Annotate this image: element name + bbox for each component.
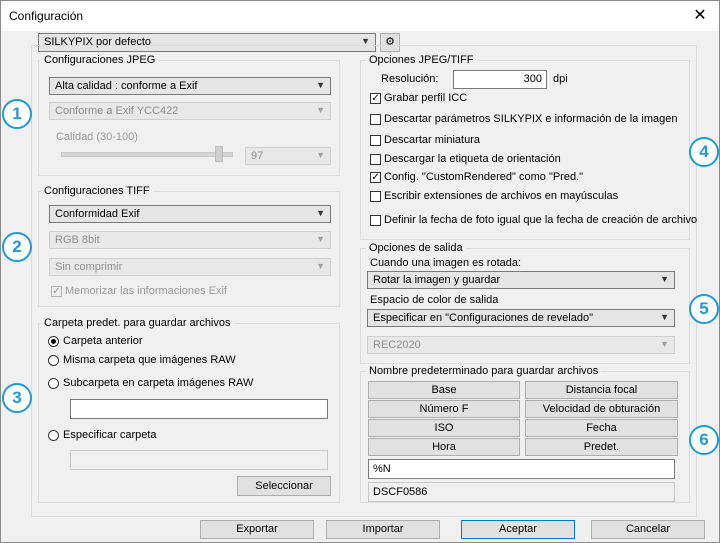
- jpeg-quality-slider-thumb: [215, 146, 223, 162]
- chevron-down-icon: ▼: [316, 208, 325, 218]
- jpeg-quality-combo[interactable]: Alta calidad : conforme a Exif ▼: [49, 77, 331, 95]
- check-orientation-tag-label: Descargar la etiqueta de orientación: [384, 153, 561, 165]
- check-photo-date-label: Definir la fecha de foto igual que la fe…: [384, 214, 698, 226]
- colorspace-label: Espacio de color de salida: [370, 294, 499, 306]
- jpeg-tiff-options-title: Opciones JPEG/TIFF: [366, 54, 477, 66]
- jpeg-quality-value-combo: 97 ▼: [245, 147, 331, 165]
- radio-subfolder[interactable]: [48, 378, 59, 389]
- check-custom-rendered[interactable]: ✓: [370, 172, 381, 183]
- callout-badge-4: 4: [689, 137, 719, 167]
- jpeg-quality-slider: [61, 152, 233, 157]
- chevron-down-icon: ▼: [316, 150, 325, 160]
- resolution-unit: dpi: [553, 73, 568, 85]
- callout-badge-6: 6: [689, 425, 719, 455]
- specify-folder-input: [70, 450, 328, 470]
- memorize-exif-checkbox: ✓: [51, 286, 62, 297]
- colorspace-disabled-value: REC2020: [373, 339, 421, 351]
- folder-group-title: Carpeta predet. para guardar archivos: [41, 317, 234, 329]
- chevron-down-icon: ▼: [660, 312, 669, 322]
- callout-badge-1: 1: [2, 99, 32, 129]
- resolution-input[interactable]: 300: [453, 70, 547, 89]
- radio-same-folder-label: Misma carpeta que imágenes RAW: [63, 354, 236, 366]
- cancel-button[interactable]: Cancelar: [591, 520, 705, 539]
- jpeg-group-title: Configuraciones JPEG: [41, 54, 159, 66]
- filename-pattern-input[interactable]: %N: [368, 459, 675, 479]
- check-discard-params-label: Descartar parámetros SILKYPIX e informac…: [384, 113, 678, 125]
- radio-specify-folder-label: Especificar carpeta: [63, 429, 157, 441]
- token-date-button[interactable]: Fecha: [525, 419, 678, 437]
- rotated-value: Rotar la imagen y guardar: [373, 274, 501, 286]
- tiff-group-title: Configuraciones TIFF: [41, 185, 153, 197]
- rotated-combo[interactable]: Rotar la imagen y guardar ▼: [367, 271, 675, 289]
- memorize-exif-label: Memorizar las informaciones Exif: [65, 285, 227, 297]
- callout-badge-5: 5: [689, 294, 719, 324]
- import-button[interactable]: Importar: [326, 520, 440, 539]
- jpeg-quality-value: Alta calidad : conforme a Exif: [55, 80, 198, 92]
- jpeg-format-combo: Conforme a Exif YCC422 ▼: [49, 102, 331, 120]
- colorspace-disabled-combo: REC2020 ▼: [367, 336, 675, 354]
- window-title: Configuración: [9, 9, 84, 23]
- radio-previous-folder[interactable]: [48, 336, 59, 347]
- tiff-conformity-combo[interactable]: Conformidad Exif ▼: [49, 205, 331, 223]
- chevron-down-icon: ▼: [660, 274, 669, 284]
- check-uppercase-ext[interactable]: [370, 191, 381, 202]
- check-icc-profile-label: Grabar perfil ICC: [384, 92, 468, 104]
- check-custom-rendered-label: Config. "CustomRendered" como "Pred.": [384, 171, 584, 183]
- filename-preview: DSCF0586: [368, 482, 675, 502]
- chevron-down-icon: ▼: [316, 234, 325, 244]
- chevron-down-icon: ▼: [316, 80, 325, 90]
- tiff-bits-combo: RGB 8bit ▼: [49, 231, 331, 249]
- check-uppercase-ext-label: Escribir extensiones de archivos en mayú…: [384, 190, 619, 202]
- jpeg-format-value: Conforme a Exif YCC422: [55, 105, 179, 117]
- tiff-conformity-value: Conformidad Exif: [55, 208, 140, 220]
- select-folder-button[interactable]: Seleccionar: [237, 476, 331, 496]
- radio-same-folder[interactable]: [48, 355, 59, 366]
- check-orientation-tag[interactable]: [370, 154, 381, 165]
- close-icon[interactable]: ✕: [687, 4, 713, 28]
- callout-badge-3: 3: [2, 383, 32, 413]
- accept-button[interactable]: Aceptar: [461, 520, 575, 539]
- filename-group-title: Nombre predeterminado para guardar archi…: [366, 365, 602, 377]
- title-bar: Configuración ✕: [1, 1, 719, 31]
- token-fnumber-button[interactable]: Número F: [368, 400, 520, 418]
- token-iso-button[interactable]: ISO: [368, 419, 520, 437]
- subfolder-input[interactable]: [70, 399, 328, 419]
- check-icc-profile[interactable]: ✓: [370, 93, 381, 104]
- check-discard-params[interactable]: [370, 114, 381, 125]
- check-discard-thumbnail[interactable]: [370, 135, 381, 146]
- chevron-down-icon: ▼: [316, 261, 325, 271]
- token-focal-button[interactable]: Distancia focal: [525, 381, 678, 399]
- colorspace-value: Especificar en "Configuraciones de revel…: [373, 312, 593, 324]
- settings-dialog: Configuración ✕ SILKYPIX por defecto ▼ ⚙…: [0, 0, 720, 543]
- radio-subfolder-label: Subcarpeta en carpeta imágenes RAW: [63, 377, 254, 389]
- jpeg-quality-label: Calidad (30-100): [56, 131, 138, 143]
- radio-previous-folder-label: Carpeta anterior: [63, 335, 143, 347]
- rotated-label: Cuando una imagen es rotada:: [370, 257, 522, 269]
- export-button[interactable]: Exportar: [200, 520, 314, 539]
- token-time-button[interactable]: Hora: [368, 438, 520, 456]
- resolution-label: Resolución:: [381, 73, 439, 85]
- jpeg-quality-number: 97: [251, 150, 264, 162]
- check-photo-date[interactable]: [370, 215, 381, 226]
- token-shutter-button[interactable]: Velocidad de obturación: [525, 400, 678, 418]
- chevron-down-icon: ▼: [316, 105, 325, 115]
- colorspace-combo[interactable]: Especificar en "Configuraciones de revel…: [367, 309, 675, 327]
- check-discard-thumbnail-label: Descartar miniatura: [384, 134, 480, 146]
- token-base-button[interactable]: Base: [368, 381, 520, 399]
- output-options-title: Opciones de salida: [366, 242, 466, 254]
- tiff-compression-combo: Sin comprimir ▼: [49, 258, 331, 276]
- tiff-compression-value: Sin comprimir: [55, 261, 123, 273]
- callout-badge-2: 2: [2, 232, 32, 262]
- radio-specify-folder[interactable]: [48, 430, 59, 441]
- token-default-button[interactable]: Predet.: [525, 438, 678, 456]
- chevron-down-icon: ▼: [660, 339, 669, 349]
- tiff-bits-value: RGB 8bit: [55, 234, 100, 246]
